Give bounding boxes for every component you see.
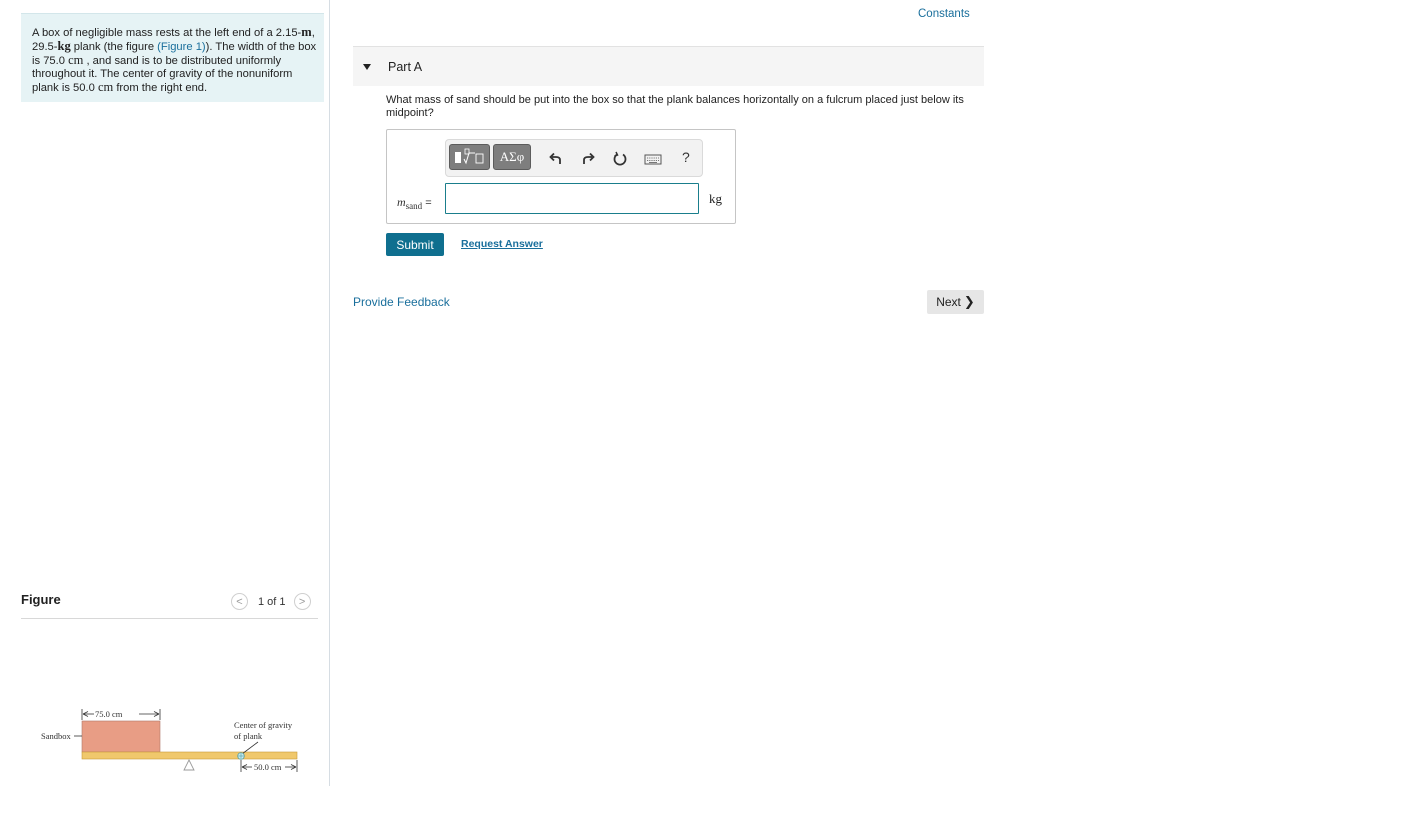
cog-label-line1: Center of gravity: [234, 720, 293, 730]
cog-distance-label: 50.0 cm: [254, 762, 282, 772]
chevron-right-icon: >: [298, 595, 306, 608]
constants-link[interactable]: Constants: [918, 8, 970, 20]
unit-m: m: [301, 25, 312, 39]
variable-subscript: sand: [405, 201, 423, 212]
keyboard-icon[interactable]: [644, 151, 662, 167]
unit-cm: cm: [68, 53, 84, 67]
undo-icon[interactable]: [548, 151, 564, 167]
figure-pager: < 1 of 1 >: [231, 593, 311, 610]
problem-text-3: plank (the figure: [70, 41, 158, 53]
template-block: [454, 152, 461, 163]
problem-statement: A box of negligible mass rests at the le…: [21, 13, 324, 102]
reset-icon[interactable]: [612, 151, 628, 167]
next-button[interactable]: Next ❯: [927, 290, 984, 314]
sandbox-rect: [81, 720, 161, 753]
chevron-right-icon: ❯: [963, 294, 975, 309]
template-exp: [464, 148, 469, 155]
part-label: Part A: [388, 60, 423, 74]
cog-label-line2: of plank: [234, 731, 263, 741]
variable-label: msand =: [397, 195, 432, 211]
question-text: What mass of sand should be put into the…: [386, 94, 964, 119]
templates-button[interactable]: [449, 144, 490, 170]
help-icon[interactable]: ?: [682, 149, 690, 165]
answer-input[interactable]: [445, 183, 699, 214]
pager-next-button[interactable]: >: [293, 593, 311, 610]
figure-divider: [21, 618, 318, 619]
pager-text: 1 of 1: [258, 595, 286, 608]
variable-symbol: m: [397, 195, 406, 209]
problem-text-6: from the right end.: [113, 82, 208, 94]
unit-label: kg: [709, 191, 722, 206]
unit-kg: kg: [57, 39, 71, 53]
template-box: [475, 153, 483, 164]
math-toolbar: ΑΣφ ?: [445, 139, 703, 177]
caret-down-icon: [363, 64, 371, 70]
answer-panel: ΑΣφ ? msand = kg: [386, 129, 736, 224]
submit-button[interactable]: Submit: [386, 233, 444, 256]
provide-feedback-link[interactable]: Provide Feedback: [353, 295, 450, 309]
pager-prev-button[interactable]: <: [231, 593, 248, 610]
next-label: Next: [936, 295, 961, 309]
plank-rect: [81, 751, 298, 760]
box-width-label: 75.0 cm: [95, 709, 123, 719]
symbols-label: ΑΣφ: [499, 149, 525, 164]
redo-icon[interactable]: [580, 151, 596, 167]
equals-sign: =: [425, 197, 432, 209]
column-divider: [329, 0, 330, 786]
unit-cm: cm: [97, 80, 114, 94]
plank-figure: 75.0 cm Sandbox Center of gravity of pla…: [41, 709, 298, 772]
request-answer-link[interactable]: Request Answer: [461, 238, 543, 250]
sqrt-icon: [463, 152, 475, 165]
problem-text-1: A box of negligible mass rests at the le…: [32, 27, 302, 39]
fulcrum-icon: [183, 758, 195, 771]
figure-link[interactable]: (Figure 1): [157, 41, 206, 53]
chevron-left-icon: <: [236, 595, 243, 608]
template-icon: [454, 148, 483, 165]
figure-title: Figure: [21, 592, 61, 607]
symbols-button[interactable]: ΑΣφ: [493, 144, 531, 170]
sandbox-label: Sandbox: [41, 731, 72, 741]
part-a-header[interactable]: Part A: [353, 46, 984, 86]
